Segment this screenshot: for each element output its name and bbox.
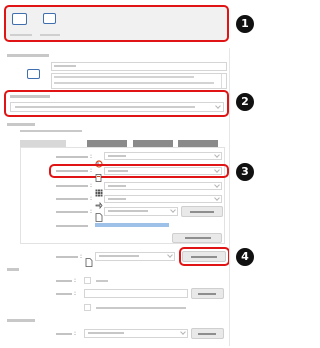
entry-scrollbar[interactable] bbox=[221, 74, 222, 88]
dialog-window: 1 2 : : 3 : ::: 4::: bbox=[0, 0, 262, 348]
subsection-title bbox=[20, 130, 82, 132]
callout-frame-1 bbox=[4, 5, 229, 42]
lower-checkbox-1-label bbox=[96, 280, 108, 282]
row3-colon: : bbox=[90, 182, 93, 189]
row4-colon: : bbox=[90, 195, 93, 202]
progress-accent-bar bbox=[95, 223, 169, 227]
row1-dropdown-value bbox=[108, 155, 126, 157]
callout-frame-4 bbox=[179, 247, 230, 266]
link-icon bbox=[95, 195, 103, 210]
bottom-dropdown-value bbox=[88, 332, 124, 334]
lower-browse-button-1[interactable] bbox=[191, 288, 224, 299]
lower-checkbox-2-label bbox=[96, 307, 186, 309]
row5-label bbox=[56, 211, 88, 213]
row2-colon: : bbox=[90, 167, 93, 174]
file-icon bbox=[95, 207, 103, 222]
lower-checkbox-1[interactable] bbox=[84, 277, 91, 284]
row1-label bbox=[56, 156, 88, 158]
row3-dropdown-value bbox=[108, 185, 126, 187]
bottom-browse-button[interactable] bbox=[191, 328, 224, 339]
tab-1[interactable] bbox=[20, 140, 66, 147]
callout-badge-4: 4 bbox=[236, 248, 254, 266]
document-icon bbox=[95, 167, 102, 182]
bottom-row-colon: : bbox=[74, 330, 77, 337]
row2-label bbox=[56, 170, 88, 172]
callout-badge-3: 3 bbox=[236, 163, 254, 181]
callout-badge-1: 1 bbox=[236, 15, 254, 33]
lower-row1-colon: : bbox=[74, 277, 77, 284]
row3-label bbox=[56, 185, 88, 187]
lower-field-1[interactable] bbox=[84, 289, 188, 298]
lower-row2-colon: : bbox=[74, 290, 77, 297]
lower-section-header bbox=[7, 268, 19, 271]
bottom-row-label bbox=[56, 333, 72, 335]
row7-label bbox=[56, 256, 78, 258]
tab-2[interactable] bbox=[87, 140, 127, 147]
row7-dropdown-value bbox=[99, 255, 139, 257]
palette-icon bbox=[95, 153, 103, 168]
subsection-header bbox=[7, 123, 35, 126]
row5-dropdown-value bbox=[108, 210, 148, 212]
lower-row1-label bbox=[56, 280, 72, 282]
bottom-section-header bbox=[7, 319, 35, 322]
entry-field-1-text bbox=[54, 65, 76, 67]
lower-row2-label bbox=[56, 293, 72, 295]
row7-colon: : bbox=[80, 253, 83, 260]
entry-field-1[interactable] bbox=[51, 62, 227, 71]
file-icon-2 bbox=[85, 252, 93, 267]
entry-field-2-text-2 bbox=[54, 82, 214, 84]
main-dropdown-value bbox=[15, 106, 195, 108]
section-header bbox=[7, 54, 49, 57]
row6-label bbox=[56, 225, 88, 227]
panel-action-button[interactable] bbox=[172, 233, 222, 243]
entry-field-2-text bbox=[54, 76, 194, 78]
row1-colon: : bbox=[90, 153, 93, 160]
row2-dropdown-value bbox=[108, 170, 128, 172]
dialog-right-edge bbox=[229, 48, 230, 346]
row4-label bbox=[56, 198, 88, 200]
tab-4[interactable] bbox=[178, 140, 218, 147]
row5-colon: : bbox=[90, 208, 93, 215]
tab-3[interactable] bbox=[133, 140, 173, 147]
row4-dropdown-value bbox=[108, 198, 126, 200]
entry-icon bbox=[27, 69, 40, 79]
row5-browse-button[interactable] bbox=[181, 206, 223, 217]
grid-icon bbox=[95, 182, 103, 197]
callout-badge-2: 2 bbox=[236, 93, 254, 111]
dropdown-label bbox=[10, 95, 50, 98]
lower-checkbox-2[interactable] bbox=[84, 304, 91, 311]
